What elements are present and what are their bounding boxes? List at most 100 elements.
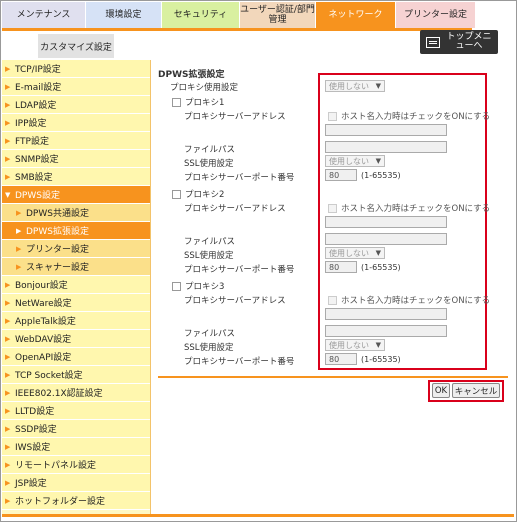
sidebar-item-label: FTP設定	[15, 137, 49, 147]
arrow-icon: ▶	[5, 388, 11, 397]
arrow-icon: ▶	[5, 352, 11, 361]
tab-printer-settings[interactable]: プリンター設定	[396, 2, 476, 28]
sidebar-item[interactable]: ▶ JSP設定	[2, 474, 150, 492]
hostname-check-row[interactable]: ホスト名入力時はチェックをONにする	[328, 110, 490, 122]
cancel-button[interactable]: キャンセル	[452, 383, 500, 398]
dropdown-arrow-icon: ▼	[375, 341, 381, 349]
tab-maintenance[interactable]: メンテナンス	[2, 2, 86, 28]
sidebar-item[interactable]: ▶ LDAP設定	[2, 96, 150, 114]
sidebar-item[interactable]: ▶ TCP/IP設定	[2, 60, 150, 78]
proxy-address-input[interactable]	[325, 308, 447, 320]
menu-icon	[426, 36, 440, 48]
sidebar-item[interactable]: ▶ スキャナー設定	[2, 258, 150, 276]
proxy-checkbox-row[interactable]: プロキシ3	[172, 280, 224, 292]
sidebar-item[interactable]: ▶ AppleTalk設定	[2, 312, 150, 330]
ssl-value: 使用しない	[329, 340, 369, 350]
tab-user-auth[interactable]: ユーザー認証/部門管理	[240, 2, 316, 28]
sidebar-item[interactable]: ▶ DPWS拡張設定	[2, 222, 150, 240]
hostname-check-row[interactable]: ホスト名入力時はチェックをONにする	[328, 294, 490, 306]
sidebar-item[interactable]: ▶ プリンター設定	[2, 240, 150, 258]
proxy-address-input[interactable]	[325, 124, 447, 136]
sidebar-item[interactable]: ▶ FTP設定	[2, 132, 150, 150]
sidebar-item[interactable]: ▶ SMB設定	[2, 168, 150, 186]
tab-security[interactable]: セキュリティ	[162, 2, 240, 28]
tab-environment[interactable]: 環境設定	[86, 2, 162, 28]
port-input[interactable]: 80	[325, 261, 357, 273]
filepath-input[interactable]	[325, 141, 447, 153]
hostname-checkbox[interactable]	[328, 296, 337, 305]
port-input[interactable]: 80	[325, 353, 357, 365]
proxy-address-input[interactable]	[325, 216, 447, 228]
sidebar-item[interactable]: ▶ DPWS共通設定	[2, 204, 150, 222]
sidebar-item[interactable]: ▶ IPP設定	[2, 114, 150, 132]
ssl-select[interactable]: 使用しない ▼	[325, 339, 385, 351]
tab-network[interactable]: ネットワーク	[316, 2, 396, 28]
sidebar-item[interactable]: ▶ WebDAV設定	[2, 330, 150, 348]
arrow-icon: ▶	[5, 442, 11, 451]
hostname-checkbox[interactable]	[328, 112, 337, 121]
proxy-checkbox[interactable]	[172, 98, 181, 107]
sidebar-item[interactable]: ▶ リモートパネル設定	[2, 456, 150, 474]
bottom-bar	[2, 514, 514, 517]
dropdown-arrow-icon: ▼	[375, 82, 381, 90]
sidebar-item[interactable]: ▶ ホットフォルダー設定	[2, 492, 150, 510]
sidebar-item[interactable]: ▶ OpenAPI設定	[2, 348, 150, 366]
expand-arrow-icon: ▼	[5, 190, 11, 199]
top-menu-button[interactable]: トップメニューへ	[420, 30, 498, 54]
proxy-checkbox[interactable]	[172, 282, 181, 291]
arrow-icon: ▶	[5, 478, 11, 487]
sidebar-item[interactable]: ▶ SNMP設定	[2, 150, 150, 168]
filepath-label: ファイルパス	[184, 237, 236, 247]
sidebar-item[interactable]: ▶ Bonjour設定	[2, 276, 150, 294]
sidebar-item[interactable]: ▶ SSDP設定	[2, 420, 150, 438]
page-title: DPWS拡張設定	[158, 70, 225, 80]
ssl-label: SSL使用設定	[184, 343, 234, 353]
arrow-icon: ▶	[5, 406, 11, 415]
proxy-checkbox-row[interactable]: プロキシ2	[172, 188, 224, 200]
subtab-row: カスタマイズ設定	[2, 28, 472, 58]
port-input[interactable]: 80	[325, 169, 357, 181]
port-value: 80	[329, 170, 340, 180]
port-value: 80	[329, 262, 340, 272]
sidebar-item-label: DPWS共通設定	[26, 209, 89, 219]
proxy-address-label: プロキシサーバーアドレス	[184, 204, 286, 214]
sidebar-item-label: LDAP設定	[15, 101, 57, 111]
sidebar-item[interactable]: ▼ DPWS設定	[2, 186, 150, 204]
proxy-use-value: 使用しない	[329, 81, 369, 91]
port-range: (1-65535)	[361, 171, 401, 180]
tab-customize[interactable]: カスタマイズ設定	[38, 34, 114, 58]
sidebar-item-label: SSDP設定	[15, 425, 57, 435]
sidebar-item[interactable]: ▶ IWS設定	[2, 438, 150, 456]
filepath-input[interactable]	[325, 233, 447, 245]
arrow-icon: ▶	[16, 262, 22, 271]
hostname-checkbox[interactable]	[328, 204, 337, 213]
proxy-address-label: プロキシサーバーアドレス	[184, 296, 286, 306]
dropdown-arrow-icon: ▼	[375, 157, 381, 165]
ssl-value: 使用しない	[329, 156, 369, 166]
proxy-checkbox-row[interactable]: プロキシ1	[172, 96, 224, 108]
ssl-select[interactable]: 使用しない ▼	[325, 247, 385, 259]
ssl-select[interactable]: 使用しない ▼	[325, 155, 385, 167]
arrow-icon: ▶	[5, 154, 11, 163]
hostname-check-row[interactable]: ホスト名入力時はチェックをONにする	[328, 202, 490, 214]
proxy-name: プロキシ2	[185, 190, 225, 200]
top-tabs: メンテナンス 環境設定 セキュリティ ユーザー認証/部門管理 ネットワーク プリ…	[2, 2, 476, 28]
sidebar-item[interactable]: ▶ NetWare設定	[2, 294, 150, 312]
sidebar-item-label: LLTD設定	[15, 407, 55, 417]
sidebar-item[interactable]: ▶ E-mail設定	[2, 78, 150, 96]
proxy-use-select[interactable]: 使用しない ▼	[325, 80, 385, 92]
port-label: プロキシサーバーポート番号	[184, 173, 295, 183]
sidebar-item-label: TCP Socket設定	[15, 371, 83, 381]
proxy-use-label: プロキシ使用設定	[170, 83, 239, 93]
port-label: プロキシサーバーポート番号	[184, 357, 295, 367]
sidebar-item-label: DPWS拡張設定	[26, 227, 89, 237]
proxy-checkbox[interactable]	[172, 190, 181, 199]
arrow-icon: ▶	[16, 244, 22, 253]
filepath-input[interactable]	[325, 325, 447, 337]
sidebar-item-label: JSP設定	[15, 479, 47, 489]
sidebar-item[interactable]: ▶ IEEE802.1X認証設定	[2, 384, 150, 402]
port-range: (1-65535)	[361, 355, 401, 364]
ok-button[interactable]: OK	[432, 383, 450, 398]
sidebar-item[interactable]: ▶ TCP Socket設定	[2, 366, 150, 384]
sidebar-item[interactable]: ▶ LLTD設定	[2, 402, 150, 420]
